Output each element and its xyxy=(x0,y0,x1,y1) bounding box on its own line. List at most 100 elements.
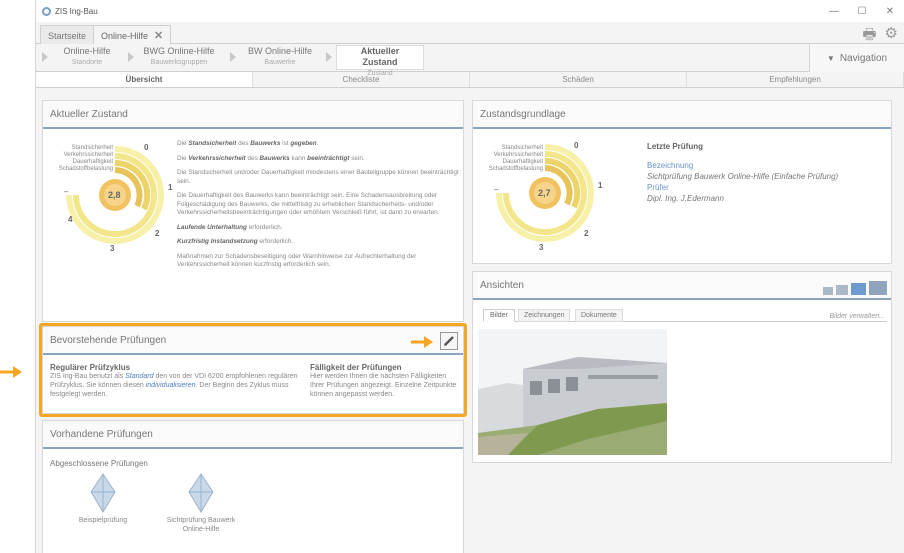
bezeichnung-label: Bezeichnung xyxy=(647,161,694,170)
crumb-title: BW Online-Hilfe xyxy=(247,46,312,56)
ansichten-tabs: Bilder Zeichnungen Dokumente Bilder verw… xyxy=(483,308,887,322)
aktueller-zustand-panel: Aktueller Zustand Standsicherheit Verkeh… xyxy=(42,100,464,322)
text-part: Bauwerks xyxy=(250,140,281,147)
text-part: sein. xyxy=(349,154,365,162)
text-part: gegeben xyxy=(290,140,317,147)
text-part: erforderlich. xyxy=(246,223,283,231)
panel-title: Zustandsgrundlage xyxy=(473,101,891,129)
zustandsgrundlage-panel: Zustandsgrundlage Standsicherheit Verkeh… xyxy=(472,100,892,264)
minimize-button[interactable]: — xyxy=(820,0,848,22)
text-part: Bauwerks xyxy=(259,154,290,162)
tab-label: Online-Hilfe xyxy=(101,30,149,41)
document-tabs: Startseite Online-Hilfe ✕ 🖶 ⚙ xyxy=(36,22,904,45)
image-large-icon[interactable] xyxy=(851,283,866,295)
tab-online-hilfe[interactable]: Online-Hilfe ✕ xyxy=(93,25,172,45)
crumb-title: Aktueller Zustand xyxy=(360,46,400,67)
text-part: Kurzfristig Instandsetzung xyxy=(177,238,258,245)
window-title: ZIS Ing-Bau xyxy=(55,6,98,16)
scale-2: 2 xyxy=(584,229,589,238)
pruefung-item[interactable]: Beispielprüfung xyxy=(63,473,143,525)
scale-3: 3 xyxy=(110,244,115,253)
text-part: Standsicherheit xyxy=(188,140,237,147)
status-line: Die Standsicherheit des Bauwerks ist geg… xyxy=(177,140,459,149)
status-line: Die Verkehrssicherheit des Bauwerks kann… xyxy=(177,155,459,164)
maximize-button[interactable]: ☐ xyxy=(848,0,876,22)
bilder-verwalten-link[interactable]: Bilder verwalten... xyxy=(829,313,885,320)
close-window-button[interactable]: ✕ xyxy=(876,0,904,22)
text-part: Die xyxy=(177,140,189,147)
gauge-value: 2,8 xyxy=(108,190,121,200)
scale-0: 0 xyxy=(144,143,149,152)
breadcrumb-standorte[interactable]: Online-Hilfe Standorte xyxy=(58,46,116,68)
text-part: . xyxy=(316,140,319,147)
scale-0: 0 xyxy=(574,141,579,150)
triangle-down-icon: ▼ xyxy=(826,53,835,63)
app-window: ZIS Ing-Bau — ☐ ✕ Startseite Online-Hilf… xyxy=(35,0,904,553)
scale-3: 3 xyxy=(539,243,544,252)
breadcrumb-arrow-icon xyxy=(42,52,48,62)
zustand-description: Die Standsicherheit des Bauwerks ist geg… xyxy=(177,140,459,276)
pruefer-value: Dipl. Ing. J.Edermann xyxy=(647,194,724,203)
close-tab-icon[interactable]: ✕ xyxy=(154,29,163,42)
scale-1: 1 xyxy=(598,181,603,190)
breadcrumb-bauwerke[interactable]: BW Online-Hilfe Bauwerke xyxy=(242,46,318,68)
letzte-pruefung: Letzte Prüfung Bezeichnung Sichtprüfung … xyxy=(647,141,887,204)
scale-2: 2 xyxy=(155,229,160,238)
breadcrumb-zustand[interactable]: Aktueller Zustand Zustand xyxy=(336,45,424,77)
image-xlarge-icon[interactable] xyxy=(869,281,887,295)
grundlage-gauge: Standsicherheit Verkehrssicherheit Dauer… xyxy=(473,133,613,261)
panel-title: Vorhandene Prüfungen xyxy=(43,421,463,449)
breadcrumb-bauwerksgruppen[interactable]: BWG Online-Hilfe Bauwerksgruppen xyxy=(140,46,218,68)
crumb-sub: Zustand xyxy=(367,70,393,77)
panel-title: Aktueller Zustand xyxy=(43,101,463,129)
crumb-title: Online-Hilfe xyxy=(63,46,111,56)
gauge-value: 2,7 xyxy=(538,188,551,198)
status-line: Maßnahmen zur Schadensbeseitigung oder W… xyxy=(177,252,417,269)
image-small-icon[interactable] xyxy=(823,287,833,295)
crumb-title: BWG Online-Hilfe xyxy=(143,46,215,56)
tab-uebersicht[interactable]: Übersicht xyxy=(36,72,253,87)
pruefer-label: Prüfer xyxy=(647,183,669,192)
crumb-sub: Standorte xyxy=(71,59,103,66)
building-photo[interactable] xyxy=(478,329,667,455)
scale-none: – xyxy=(64,187,69,196)
building-photo-image xyxy=(478,329,667,455)
text-part: kann xyxy=(289,154,308,162)
breadcrumb-arrow-icon xyxy=(326,52,332,62)
highlight-frame xyxy=(39,323,467,417)
breadcrumb-arrow-icon xyxy=(128,52,134,62)
section-title: Abgeschlossene Prüfungen xyxy=(50,459,148,468)
crumb-sub: Bauwerksgruppen xyxy=(150,59,208,66)
zustand-gauge: Standsicherheit Verkehrssicherheit Dauer… xyxy=(47,133,177,253)
diamond-icon xyxy=(188,473,214,513)
crumb-sub: Bauwerke xyxy=(264,59,296,66)
navigation-label: Navigation xyxy=(839,52,888,64)
section-title: Letzte Prüfung xyxy=(647,142,703,151)
tab-schaeden[interactable]: Schäden xyxy=(470,72,687,87)
text-part: beeinträchtigt xyxy=(307,154,350,162)
image-medium-icon[interactable] xyxy=(836,285,848,295)
status-line: Kurzfristig Instandsetzung erforderlich. xyxy=(177,238,459,247)
pruefung-item[interactable]: Sichtprüfung Bauwerk Online-Hilfe xyxy=(161,473,241,534)
tab-startseite[interactable]: Startseite xyxy=(40,25,95,45)
status-line: Die Standsicherheit und/oder Dauerhaftig… xyxy=(177,169,459,185)
callout-arrow-left xyxy=(0,366,22,378)
text-part: erforderlich. xyxy=(257,238,294,245)
view-size-switcher xyxy=(823,281,887,295)
title-bar: ZIS Ing-Bau — ☐ ✕ xyxy=(36,0,904,22)
scale-1: 1 xyxy=(168,183,173,192)
item-label: Beispielprüfung xyxy=(78,517,128,524)
navigation-button[interactable]: ▼ Navigation xyxy=(809,44,904,72)
tab-zeichnungen[interactable]: Zeichnungen xyxy=(518,309,571,322)
scale-none: – xyxy=(494,185,499,194)
breadcrumb-arrow-icon xyxy=(230,52,236,62)
tab-dokumente[interactable]: Dokumente xyxy=(575,309,623,322)
item-label: Sichtprüfung Bauwerk Online-Hilfe xyxy=(166,517,236,533)
scale-4: 4 xyxy=(68,215,73,224)
tab-bilder[interactable]: Bilder xyxy=(483,309,515,322)
diamond-icon xyxy=(90,473,116,513)
tab-empfehlungen[interactable]: Empfehlungen xyxy=(687,72,904,87)
text-part: Verkehrssicherheit xyxy=(188,154,246,162)
text-part: des xyxy=(236,140,251,147)
vorhandene-pruefungen-panel: Vorhandene Prüfungen Abgeschlossene Prüf… xyxy=(42,420,464,553)
